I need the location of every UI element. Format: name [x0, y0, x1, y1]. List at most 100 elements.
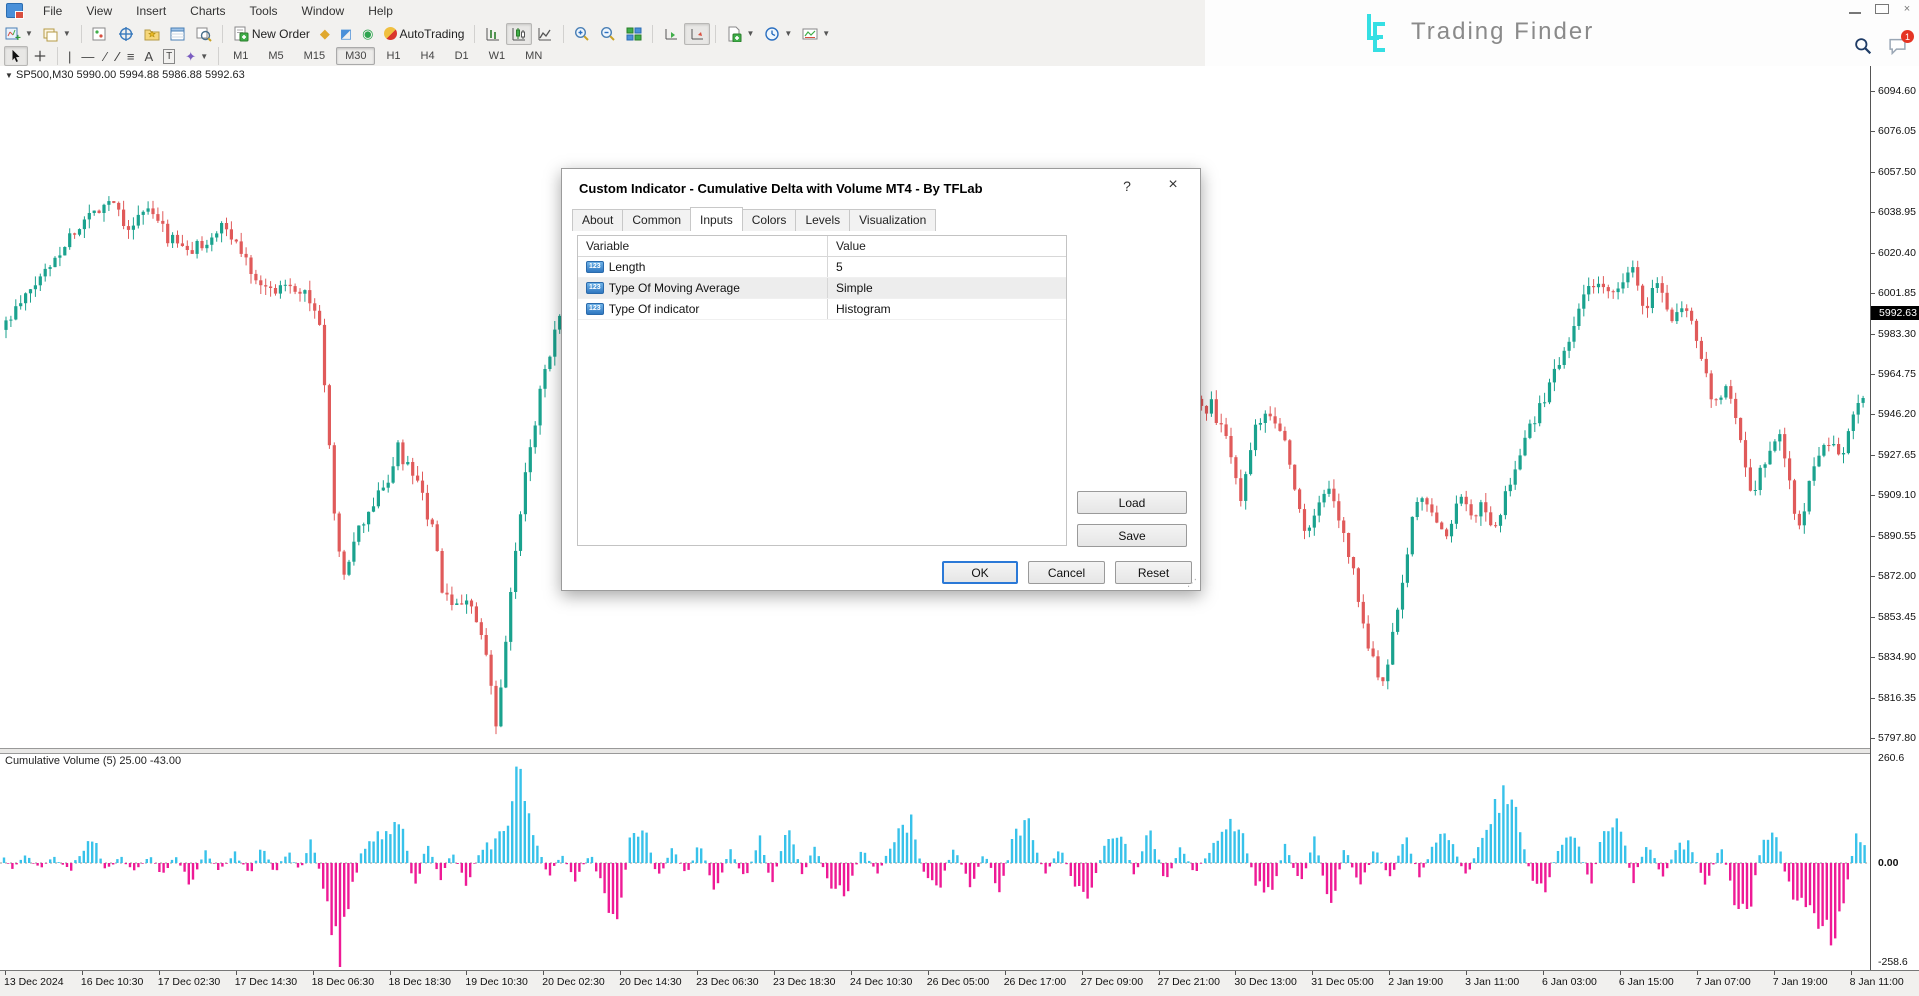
menu-item-view[interactable]: View: [74, 1, 124, 21]
data-window-button[interactable]: [113, 23, 139, 45]
community-button[interactable]: ◩: [335, 24, 357, 43]
table-row[interactable]: 123Type Of Moving Average Simple: [578, 278, 1066, 299]
minimize-button[interactable]: [1849, 3, 1861, 17]
price-axis-label: 5816.35: [1878, 692, 1916, 704]
horizontal-line-button[interactable]: —: [76, 47, 99, 66]
indicator-histogram[interactable]: [0, 752, 1870, 968]
candlestick-icon: [511, 26, 527, 42]
cancel-button[interactable]: Cancel: [1028, 561, 1105, 584]
timeframe-m30[interactable]: M30: [336, 47, 375, 65]
price-axis-label: 5983.30: [1878, 328, 1916, 340]
ok-button[interactable]: OK: [942, 561, 1018, 584]
tile-windows-button[interactable]: [621, 23, 647, 45]
alerts-button[interactable]: ◉: [357, 24, 378, 43]
menu-item-insert[interactable]: Insert: [124, 1, 178, 21]
periods-button[interactable]: ▼: [759, 23, 797, 45]
auto-scroll-button[interactable]: [658, 23, 684, 45]
profiles-button[interactable]: ▼: [38, 23, 76, 45]
time-axis-label: 24 Dec 10:30: [850, 976, 912, 988]
timeframe-buttons: M1M5M15M30H1H4D1W1MN: [224, 47, 551, 65]
crosshair-button[interactable]: [28, 46, 52, 66]
indicators-button[interactable]: ▼: [721, 23, 759, 45]
close-button[interactable]: ×: [1901, 3, 1913, 17]
cursor-button[interactable]: [4, 46, 28, 66]
menu-item-help[interactable]: Help: [356, 1, 405, 21]
load-button[interactable]: Load: [1077, 491, 1187, 514]
timeframe-m5[interactable]: M5: [259, 47, 292, 65]
menu-item-tools[interactable]: Tools: [238, 1, 290, 21]
reset-button[interactable]: Reset: [1115, 561, 1192, 584]
time-axis-label: 2 Jan 19:00: [1388, 976, 1443, 988]
restore-button[interactable]: [1875, 3, 1887, 17]
autotrading-icon: [384, 27, 397, 40]
menu-item-charts[interactable]: Charts: [178, 1, 237, 21]
price-axis[interactable]: 6094.60 6076.05 6057.50 6038.95 6020.40 …: [1870, 66, 1919, 970]
tab-visualization[interactable]: Visualization: [849, 209, 936, 231]
price-axis-label: 6001.85: [1878, 287, 1916, 299]
market-watch-button[interactable]: [87, 23, 113, 45]
cursor-icon: [9, 49, 23, 63]
tab-levels[interactable]: Levels: [795, 209, 850, 231]
variable-value[interactable]: Simple: [828, 281, 1066, 295]
chart-shift-icon: [689, 26, 705, 42]
horizontal-line-icon: —: [81, 50, 94, 63]
strategy-tester-button[interactable]: [191, 23, 217, 45]
save-button[interactable]: Save: [1077, 524, 1187, 547]
new-chart-button[interactable]: + ▼: [0, 23, 38, 45]
table-row[interactable]: 123Type Of indicator Histogram: [578, 299, 1066, 320]
bar-chart-button[interactable]: [480, 23, 506, 45]
metaeditor-button[interactable]: ◆: [315, 24, 335, 43]
timeframe-d1[interactable]: D1: [446, 47, 478, 65]
timeframe-h4[interactable]: H4: [412, 47, 444, 65]
trendline-button[interactable]: ∕: [99, 47, 111, 66]
dialog-titlebar[interactable]: Custom Indicator - Cumulative Delta with…: [562, 169, 1200, 207]
text-icon: A: [145, 50, 154, 63]
search-icon[interactable]: [1854, 37, 1872, 58]
dialog-help-button[interactable]: ?: [1116, 178, 1138, 194]
dialog-close-button[interactable]: ×: [1160, 176, 1186, 194]
variable-value[interactable]: Histogram: [828, 302, 1066, 316]
price-axis-label: 6057.50: [1878, 166, 1916, 178]
navigator-icon: [144, 26, 160, 42]
vertical-line-button[interactable]: |: [63, 47, 76, 66]
resize-grip[interactable]: ⋰: [1187, 578, 1197, 589]
line-chart-button[interactable]: [532, 23, 558, 45]
terminal-button[interactable]: [165, 23, 191, 45]
chevron-down-icon: ▼: [200, 52, 208, 61]
channel-button[interactable]: ∕∕: [112, 47, 122, 66]
data-window-icon: [118, 26, 134, 42]
timeframe-m15[interactable]: M15: [295, 47, 334, 65]
variable-value[interactable]: 5: [828, 260, 1066, 274]
fibonacci-button[interactable]: ≡: [122, 47, 140, 66]
text-label-button[interactable]: T: [158, 46, 180, 67]
timeframe-h1[interactable]: H1: [377, 47, 409, 65]
timeframe-w1[interactable]: W1: [480, 47, 515, 65]
templates-button[interactable]: ▼: [797, 23, 835, 45]
autotrading-button[interactable]: AutoTrading: [379, 24, 470, 44]
tab-colors[interactable]: Colors: [742, 209, 797, 231]
time-axis-label: 18 Dec 06:30: [312, 976, 374, 988]
price-axis-label: 5872.00: [1878, 570, 1916, 582]
tab-inputs[interactable]: Inputs: [690, 207, 743, 231]
table-row[interactable]: 123Length 5: [578, 257, 1066, 278]
timeframe-mn[interactable]: MN: [516, 47, 551, 65]
time-axis[interactable]: 13 Dec 2024 16 Dec 10:30 17 Dec 02:30 17…: [0, 970, 1919, 996]
new-order-button[interactable]: New Order: [228, 23, 315, 45]
text-button[interactable]: A: [140, 47, 159, 66]
line-chart-icon: [537, 26, 553, 42]
zoom-in-button[interactable]: [569, 23, 595, 45]
navigator-button[interactable]: [139, 23, 165, 45]
price-axis-label: 6020.40: [1878, 247, 1916, 259]
menu-item-window[interactable]: Window: [290, 1, 357, 21]
arrows-button[interactable]: ✦▼: [180, 47, 213, 66]
tab-common[interactable]: Common: [622, 209, 691, 231]
menu-item-file[interactable]: File: [31, 1, 74, 21]
notifications-button[interactable]: 1: [1888, 37, 1907, 58]
time-axis-label: 26 Dec 05:00: [927, 976, 989, 988]
tab-about[interactable]: About: [572, 209, 623, 231]
timeframe-m1[interactable]: M1: [224, 47, 257, 65]
symbol-dropdown-arrow[interactable]: ▼: [5, 71, 13, 80]
chart-shift-button[interactable]: [684, 23, 710, 45]
zoom-out-button[interactable]: [595, 23, 621, 45]
candlestick-button[interactable]: [506, 23, 532, 45]
